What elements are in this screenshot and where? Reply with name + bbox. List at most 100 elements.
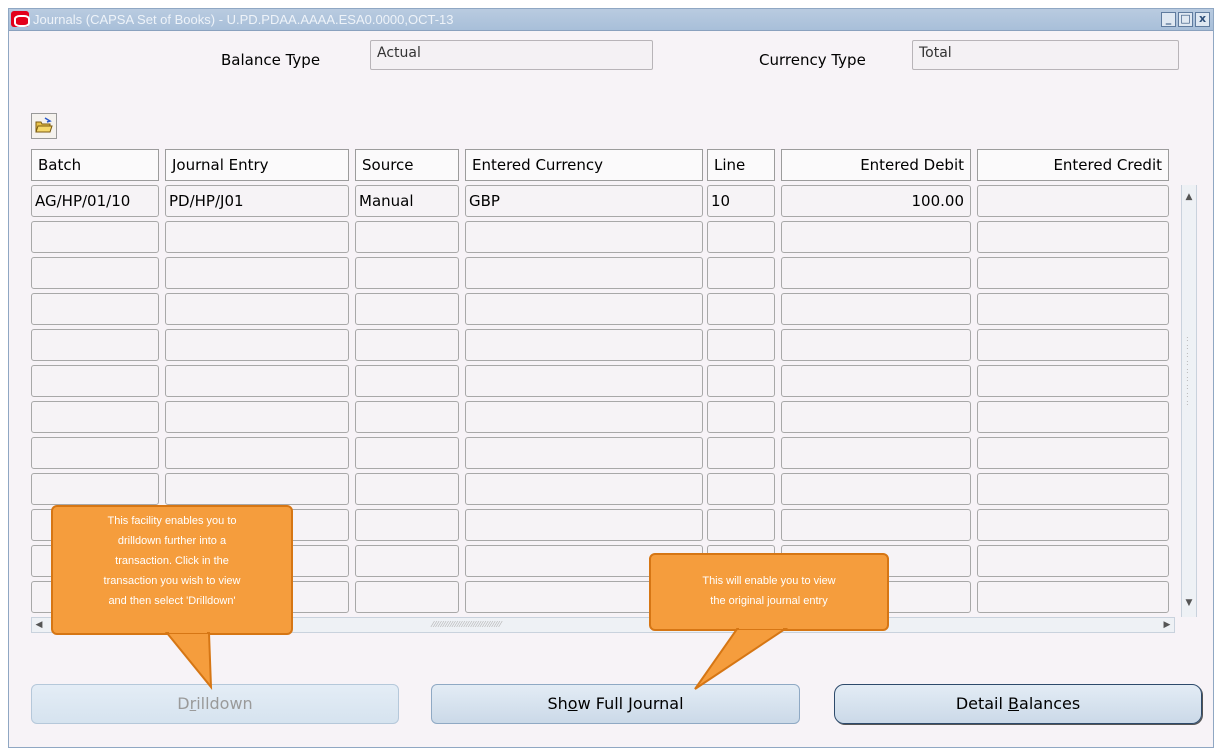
- table-cell[interactable]: [165, 221, 349, 253]
- table-cell[interactable]: [465, 365, 703, 397]
- hscroll-grip-icon[interactable]: ⁄⁄⁄⁄⁄⁄⁄⁄⁄⁄⁄⁄⁄⁄⁄⁄⁄⁄⁄⁄⁄⁄⁄⁄⁄⁄⁄⁄⁄⁄: [432, 620, 502, 629]
- table-cell[interactable]: [165, 401, 349, 433]
- drilldown-callout-line: transaction you wish to view: [103, 575, 241, 587]
- minimize-button[interactable]: _: [1161, 12, 1176, 27]
- vertical-scrollbar[interactable]: ▲ : : : : : : : : : ▼: [1181, 185, 1197, 617]
- table-cell[interactable]: [465, 257, 703, 289]
- table-cell[interactable]: [31, 437, 159, 469]
- balance-type-field[interactable]: Actual: [370, 40, 653, 70]
- table-cell[interactable]: [165, 437, 349, 469]
- table-cell[interactable]: [31, 365, 159, 397]
- table-cell[interactable]: [977, 221, 1169, 253]
- table-cell[interactable]: [31, 401, 159, 433]
- table-cell[interactable]: [465, 293, 703, 325]
- table-cell[interactable]: [781, 257, 971, 289]
- table-cell[interactable]: [781, 437, 971, 469]
- table-cell[interactable]: [977, 329, 1169, 361]
- open-folder-button[interactable]: [31, 113, 57, 139]
- table-cell[interactable]: [977, 437, 1169, 469]
- table-cell[interactable]: [31, 221, 159, 253]
- table-cell[interactable]: [781, 329, 971, 361]
- scroll-down-arrow-icon[interactable]: ▼: [1182, 595, 1196, 611]
- table-cell[interactable]: PD/HP/J01: [165, 185, 349, 217]
- column-header[interactable]: Entered Credit: [977, 149, 1169, 181]
- table-cell[interactable]: Manual: [355, 185, 459, 217]
- close-button[interactable]: x: [1195, 12, 1210, 27]
- table-cell[interactable]: [707, 365, 775, 397]
- maximize-button[interactable]: □: [1178, 12, 1193, 27]
- table-cell[interactable]: [781, 293, 971, 325]
- table-cell[interactable]: GBP: [465, 185, 703, 217]
- drilldown-callout-line: This facility enables you to: [107, 515, 237, 527]
- table-cell[interactable]: [707, 257, 775, 289]
- table-cell[interactable]: [781, 365, 971, 397]
- table-cell[interactable]: [355, 509, 459, 541]
- column-header[interactable]: Entered Debit: [781, 149, 971, 181]
- column-header[interactable]: Journal Entry: [165, 149, 349, 181]
- table-cell[interactable]: [355, 401, 459, 433]
- table-cell[interactable]: [165, 473, 349, 505]
- show-full-label-end: w Full Journal: [577, 694, 684, 713]
- scroll-grip-icon[interactable]: : : : : : : : : :: [1186, 335, 1194, 407]
- table-cell[interactable]: [31, 293, 159, 325]
- journal-callout-pointer: [694, 627, 789, 690]
- drilldown-callout-pointer: [164, 631, 213, 690]
- table-cell[interactable]: [355, 473, 459, 505]
- table-cell[interactable]: [977, 185, 1169, 217]
- detail-balances-button[interactable]: Detail Balances: [834, 684, 1202, 724]
- table-cell[interactable]: [707, 401, 775, 433]
- table-cell[interactable]: [707, 473, 775, 505]
- table-cell[interactable]: [977, 473, 1169, 505]
- column-header[interactable]: Source: [355, 149, 459, 181]
- table-cell[interactable]: [465, 509, 703, 541]
- journal-callout-line: the original journal entry: [710, 595, 828, 607]
- table-cell[interactable]: [707, 329, 775, 361]
- table-cell[interactable]: [977, 581, 1169, 613]
- table-cell[interactable]: [355, 581, 459, 613]
- table-cell[interactable]: AG/HP/01/10: [31, 185, 159, 217]
- currency-type-field[interactable]: Total: [912, 40, 1179, 70]
- table-cell[interactable]: [465, 221, 703, 253]
- table-cell[interactable]: [355, 365, 459, 397]
- table-cell[interactable]: [355, 329, 459, 361]
- scroll-up-arrow-icon[interactable]: ▲: [1182, 189, 1196, 205]
- table-cell[interactable]: [465, 401, 703, 433]
- table-cell[interactable]: [355, 437, 459, 469]
- table-cell[interactable]: [707, 509, 775, 541]
- table-cell[interactable]: [355, 545, 459, 577]
- table-cell[interactable]: [707, 293, 775, 325]
- table-cell[interactable]: [355, 221, 459, 253]
- column-header[interactable]: Entered Currency: [465, 149, 703, 181]
- table-cell[interactable]: [355, 257, 459, 289]
- table-cell[interactable]: [465, 437, 703, 469]
- table-cell[interactable]: [781, 509, 971, 541]
- table-cell[interactable]: [781, 221, 971, 253]
- table-cell[interactable]: 10: [707, 185, 775, 217]
- table-cell[interactable]: [977, 545, 1169, 577]
- table-cell[interactable]: [355, 293, 459, 325]
- table-cell[interactable]: [707, 221, 775, 253]
- column-header[interactable]: Line: [707, 149, 775, 181]
- table-cell[interactable]: [165, 329, 349, 361]
- table-cell[interactable]: [465, 473, 703, 505]
- table-cell[interactable]: [165, 365, 349, 397]
- table-cell[interactable]: [781, 473, 971, 505]
- scroll-left-arrow-icon[interactable]: ◀: [32, 617, 46, 633]
- table-cell[interactable]: [977, 257, 1169, 289]
- column-header[interactable]: Batch: [31, 149, 159, 181]
- table-cell[interactable]: [977, 365, 1169, 397]
- table-cell[interactable]: [977, 401, 1169, 433]
- drilldown-callout-line: drilldown further into a: [117, 535, 227, 547]
- table-cell[interactable]: [781, 401, 971, 433]
- table-cell[interactable]: [31, 329, 159, 361]
- table-cell[interactable]: [707, 437, 775, 469]
- table-cell[interactable]: [165, 293, 349, 325]
- scroll-right-arrow-icon[interactable]: ▶: [1160, 617, 1174, 633]
- table-cell[interactable]: [31, 473, 159, 505]
- table-cell[interactable]: [465, 329, 703, 361]
- table-cell[interactable]: [977, 509, 1169, 541]
- table-cell[interactable]: [31, 257, 159, 289]
- table-cell[interactable]: [977, 293, 1169, 325]
- table-cell[interactable]: 100.00: [781, 185, 971, 217]
- table-cell[interactable]: [165, 257, 349, 289]
